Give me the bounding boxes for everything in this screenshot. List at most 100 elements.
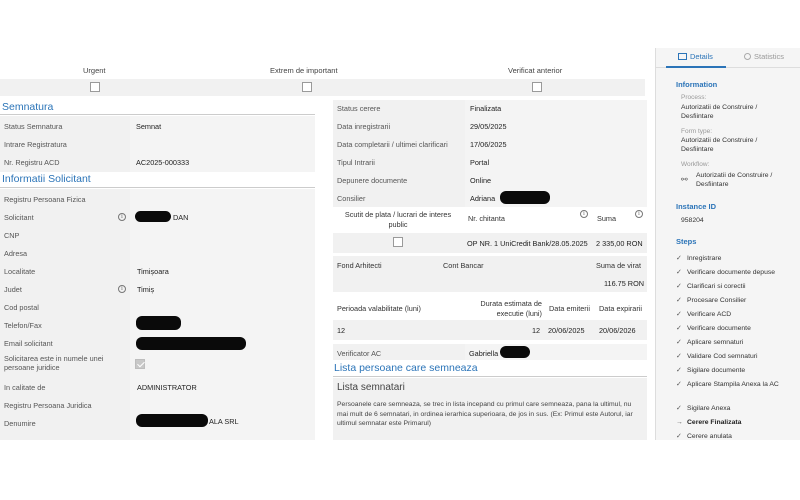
workflow-value: Autorizatii de Construire / Desfiintare [696,172,773,188]
verificator-redaction [500,346,530,358]
sidebar-tabbar: Details Statistics [656,48,800,68]
solicitant-value-column [130,189,315,440]
step-item: ✓ Cerere anulata [676,432,732,440]
email-label: Email solicitant [4,339,53,348]
extrem-important-label: Extrem de important [270,66,338,75]
status-cerere-label: Status cerere [337,104,381,113]
arrow-right-icon: → [676,419,683,426]
active-tab-indicator [666,66,726,68]
step-item: ✓ Verificare documente depuse [676,268,775,277]
suma-virat-value: 116.75 RON [604,279,645,288]
solicitant-divider [0,187,315,188]
tab-statistics[interactable]: Statistics [744,52,784,61]
chitanta-header: Nr. chitanta [468,214,505,223]
denumire-value: ALA SRL [209,417,239,426]
intrare-registratura-label: Intrare Registratura [4,140,67,149]
adresa-label: Adresa [4,249,28,258]
telefon-label: Telefon/Fax [4,321,42,330]
tab-details[interactable]: Details [678,52,713,61]
step-label: Clarificari si corectii [687,283,746,290]
denumire-label: Denumire [4,419,36,428]
step-label: Cerere Finalizata [687,419,742,426]
step-item-current: → Cerere Finalizata [676,418,741,427]
semnatura-divider [0,114,315,115]
check-icon: ✓ [676,297,682,304]
suma-header: Suma [597,214,617,223]
step-item: ✓ Sigilare Anexa [676,404,730,413]
step-label: Verificare documente depuse [687,269,776,276]
verificator-label: Verificator AC [337,349,382,358]
check-icon: ✓ [676,255,682,262]
urgent-checkbox[interactable] [90,82,100,92]
step-label: Inregistrare [687,255,722,262]
cerere-label-column [333,100,465,207]
step-label: Cerere anulata [687,433,732,440]
extrem-important-checkbox[interactable] [302,82,312,92]
informatii-solicitant-title: Informatii Solicitant [2,173,91,185]
workflow-label: Workflow: [681,161,710,168]
step-label: Verificare ACD [687,311,732,318]
step-item: ✓ Aplicare semnaturi [676,338,743,347]
persoana-juridica-label: Solicitarea este in numele unei persoane… [4,354,104,372]
data-expirarii-label: Data expirarii [599,304,642,313]
data-emiterii-label: Data emiterii [549,304,590,313]
check-icon: ✓ [676,325,682,332]
judet-value: Timiș [137,285,155,294]
verificator-value: Gabriella [469,349,499,358]
verificat-anterior-checkbox[interactable] [532,82,542,92]
judet-label: Judet [4,285,22,294]
durata-executie-label: Durata estimata de executie (luni) [480,299,542,318]
suma-virat-label: Suma de virat [596,261,642,270]
scutit-checkbox[interactable] [393,237,403,247]
lista-note: Persoanele care semneaza, se trec in lis… [337,401,633,427]
step-item: ✓ Verificare ACD [676,310,731,319]
chitanta-value: OP NR. 1 UniCredit Bank/28.05.2025 [467,239,588,248]
check-icon: ✓ [676,367,682,374]
verificat-anterior-label: Verificat anterior [508,66,563,75]
form-type-label: Form type: [681,128,713,135]
step-item: ✓ Verificare documente [676,324,751,333]
fond-arhitecti-label: Fond Arhitecti [337,261,382,270]
check-icon: ✓ [676,353,682,360]
persoana-juridica-checkbox[interactable] [135,359,145,369]
step-item: ✓ Inregistrare [676,254,721,263]
step-label: Sigilare Anexa [687,405,731,412]
chitanta-info-icon[interactable]: i [580,210,588,218]
step-label: Sigilare documente [687,367,746,374]
solicitant-value: DAN [173,213,189,222]
step-item: ✓ Validare Cod semnaturi [676,352,758,361]
check-icon: ✓ [676,283,682,290]
check-icon: ✓ [676,339,682,346]
nr-registru-acd-label: Nr. Registru ACD [4,158,60,167]
registru-pf-label: Registru Persoana Fizica [4,195,86,204]
judet-info-icon[interactable]: i [118,285,126,293]
step-label: Aplicare semnaturi [687,339,744,346]
steps-title: Steps [676,237,697,246]
step-item: ✓ Clarificari si corectii [676,282,746,291]
email-redaction [136,337,246,350]
suma-info-icon[interactable]: i [635,210,643,218]
solicitant-info-icon[interactable]: i [118,213,126,221]
denumire-redaction [136,414,208,427]
app-window: Urgent Extrem de important Verificat ant… [0,48,800,440]
lista-divider [333,376,647,377]
check-icon: ✓ [676,269,682,276]
process-value: Autorizatii de Construire / Desfiintare [681,104,758,120]
depunere-documente-label: Depunere documente [337,176,408,185]
step-item: ✓ Sigilare documente [676,366,745,375]
cerere-value-column [465,100,647,207]
data-expirarii-value: 20/06/2026 [599,326,636,335]
registru-pj-label: Registru Persoana Juridica [4,401,92,410]
cnp-label: CNP [4,231,20,240]
step-label: Procesare Consilier [687,297,747,304]
data-inregistrarii-label: Data inregistrarii [337,122,391,131]
tipul-intrarii-value: Portal [470,158,490,167]
status-semnatura-label: Status Semnatura [4,122,63,131]
process-label: Process: [681,94,707,101]
localitate-value: Timișoara [137,267,169,276]
details-icon [678,53,687,60]
step-label: Validare Cod semnaturi [687,353,758,360]
cod-postal-label: Cod postal [4,303,39,312]
urgent-label: Urgent [83,66,106,75]
semnatura-title: Semnatura [2,101,54,113]
